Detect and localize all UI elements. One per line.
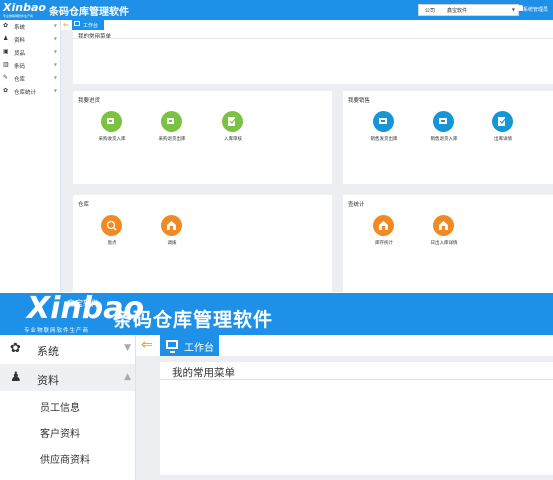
sidebar-item-warehouse-stats[interactable]: ✿ 仓库统计 ▼ bbox=[0, 85, 60, 98]
purchase-receive-label[interactable]: 采购收货入库 bbox=[87, 136, 137, 142]
sidebar-item-label: 系统 bbox=[14, 25, 26, 31]
company-value: 鑫宝软件 bbox=[447, 8, 468, 14]
sidebar-item-label: 系统 bbox=[37, 345, 59, 358]
chevron-down-icon: ▼ bbox=[53, 49, 57, 54]
tab-workbench[interactable]: 工作台 bbox=[72, 20, 104, 30]
warehouse-title: 仓库 bbox=[78, 202, 90, 208]
sales-return-label[interactable]: 销售退货入库 bbox=[419, 136, 469, 142]
purchase-panel: 我要进货 采购收货入库 采购退货出库 入库审核 bbox=[73, 91, 332, 184]
sidebar-item-barcode[interactable]: ▥ 条码 ▼ bbox=[0, 59, 60, 72]
zoom-app-title: 条码仓库管理软件 bbox=[113, 309, 274, 331]
zoom-sidebar: ✿ 系统 ▼ ♟ 资料 ▲ 员工信息 客户资料 供应商资料 bbox=[0, 335, 136, 480]
transfer-label[interactable]: 调拨 bbox=[147, 240, 197, 246]
inventory-stats-icon[interactable] bbox=[373, 215, 394, 236]
top-logo-tagline: 专业物联网软件生产商 bbox=[3, 14, 34, 18]
purchase-title: 我要进货 bbox=[78, 98, 101, 104]
sidebar-item-warehouse[interactable]: ✎ 仓库 ▼ bbox=[0, 72, 60, 85]
warehouse-panel: 仓库 盘点 调拨 bbox=[73, 195, 332, 292]
sidebar-subitem-employees[interactable]: 员工信息 bbox=[0, 392, 135, 418]
chevron-up-icon: ▲ bbox=[124, 372, 131, 382]
gear-icon: ✿ bbox=[3, 87, 9, 94]
top-tab-bar bbox=[61, 20, 553, 30]
sales-ship-label[interactable]: 销售发货出库 bbox=[359, 136, 409, 142]
user-add-icon: ♟ bbox=[10, 370, 22, 385]
sidebar-subitem-label: 员工信息 bbox=[40, 403, 80, 414]
purchase-return-icon[interactable] bbox=[161, 111, 182, 132]
outbound-detail-icon[interactable] bbox=[492, 111, 513, 132]
inbound-audit-icon[interactable] bbox=[222, 111, 243, 132]
chevron-down-icon: ▼ bbox=[53, 23, 57, 28]
sidebar-item-label: 仓库统计 bbox=[14, 90, 37, 96]
favorites-panel: 我的常用菜单 bbox=[73, 30, 553, 84]
stocktake-icon[interactable] bbox=[101, 215, 122, 236]
barcode-icon: ▥ bbox=[3, 61, 9, 68]
favorites-title: 我的常用菜单 bbox=[172, 367, 235, 379]
box-icon: ▣ bbox=[3, 48, 9, 55]
divider bbox=[73, 38, 553, 39]
monitor-icon bbox=[166, 340, 178, 353]
stocktake-label[interactable]: 盘点 bbox=[87, 240, 137, 246]
sidebar-item-label: 资料 bbox=[37, 374, 59, 387]
top-app-title: 条码仓库管理软件 bbox=[49, 7, 129, 18]
monitor-icon bbox=[74, 21, 80, 26]
daily-inout-icon[interactable] bbox=[433, 215, 454, 236]
company-select[interactable]: 公司 鑫宝软件 ▼ bbox=[418, 4, 519, 16]
zoom-logo-brand: 鑫宝软件 bbox=[67, 299, 99, 308]
sales-return-icon[interactable] bbox=[433, 111, 454, 132]
sidebar-subitem-customers[interactable]: 客户资料 bbox=[0, 418, 135, 444]
stats-panel: 查统计 库存统计 日出入库详情 bbox=[343, 195, 553, 292]
user-menu[interactable]: 系统管理员 bbox=[523, 6, 548, 13]
sidebar-item-data[interactable]: ♟ 资料 ▲ bbox=[0, 364, 135, 391]
back-arrow-icon[interactable]: ⇐ bbox=[63, 21, 69, 29]
sidebar-item-goods[interactable]: ▣ 货品 ▼ bbox=[0, 46, 60, 59]
purchase-return-label[interactable]: 采购退货出库 bbox=[147, 136, 197, 142]
zoom-logo-tagline: 专业物联网软件生产商 bbox=[24, 328, 90, 334]
tab-label: 工作台 bbox=[184, 343, 214, 354]
sidebar-item-label: 货品 bbox=[14, 51, 26, 57]
edit-icon: ✎ bbox=[3, 74, 9, 81]
chevron-down-icon: ▼ bbox=[53, 36, 57, 41]
sales-panel: 我要销售 销售发货出库 销售退货入库 出库详情 bbox=[343, 91, 553, 184]
sidebar-item-system[interactable]: ✿ 系统 ▼ bbox=[0, 335, 135, 362]
favorites-panel-zoom: 我的常用菜单 bbox=[160, 362, 553, 475]
divider bbox=[160, 379, 553, 380]
transfer-icon[interactable] bbox=[161, 215, 182, 236]
top-sidebar: ✿ 系统 ▼ ♟ 资料 ▼ ▣ 货品 ▼ ▥ 条码 ▼ ✎ 仓库 ▼ ✿ 仓库统… bbox=[0, 20, 61, 292]
purchase-receive-icon[interactable] bbox=[101, 111, 122, 132]
chevron-down-icon: ▼ bbox=[53, 75, 57, 80]
sales-title: 我要销售 bbox=[348, 98, 371, 104]
back-arrow-icon[interactable]: ⇐ bbox=[141, 337, 153, 353]
stats-title: 查统计 bbox=[348, 202, 365, 208]
chevron-down-icon: ▼ bbox=[511, 7, 515, 12]
sidebar-item-data[interactable]: ♟ 资料 ▼ bbox=[0, 33, 60, 46]
sidebar-item-label: 资料 bbox=[14, 38, 26, 44]
user-add-icon: ♟ bbox=[3, 35, 9, 42]
gear-icon: ✿ bbox=[10, 341, 21, 356]
daily-inout-label[interactable]: 日出入库详情 bbox=[419, 240, 469, 246]
gear-icon: ✿ bbox=[3, 22, 9, 29]
chevron-down-icon: ▼ bbox=[53, 62, 57, 67]
sidebar-subitem-label: 客户资料 bbox=[40, 429, 80, 440]
inbound-audit-label[interactable]: 入库审核 bbox=[208, 136, 258, 142]
sidebar-item-label: 条码 bbox=[14, 64, 26, 70]
chevron-down-icon: ▼ bbox=[124, 343, 131, 353]
outbound-detail-label[interactable]: 出库详情 bbox=[478, 136, 528, 142]
sidebar-item-system[interactable]: ✿ 系统 ▼ bbox=[0, 20, 60, 33]
sidebar-subitem-label: 供应商资料 bbox=[40, 455, 90, 466]
sidebar-subitem-suppliers[interactable]: 供应商资料 bbox=[0, 444, 135, 470]
chevron-down-icon: ▼ bbox=[53, 88, 57, 93]
sidebar-item-label: 仓库 bbox=[14, 77, 26, 83]
inventory-stats-label[interactable]: 库存统计 bbox=[359, 240, 409, 246]
sales-ship-icon[interactable] bbox=[373, 111, 394, 132]
tab-workbench[interactable]: 工作台 bbox=[160, 335, 219, 356]
tab-label: 工作台 bbox=[83, 23, 99, 29]
company-label: 公司 bbox=[425, 8, 436, 14]
